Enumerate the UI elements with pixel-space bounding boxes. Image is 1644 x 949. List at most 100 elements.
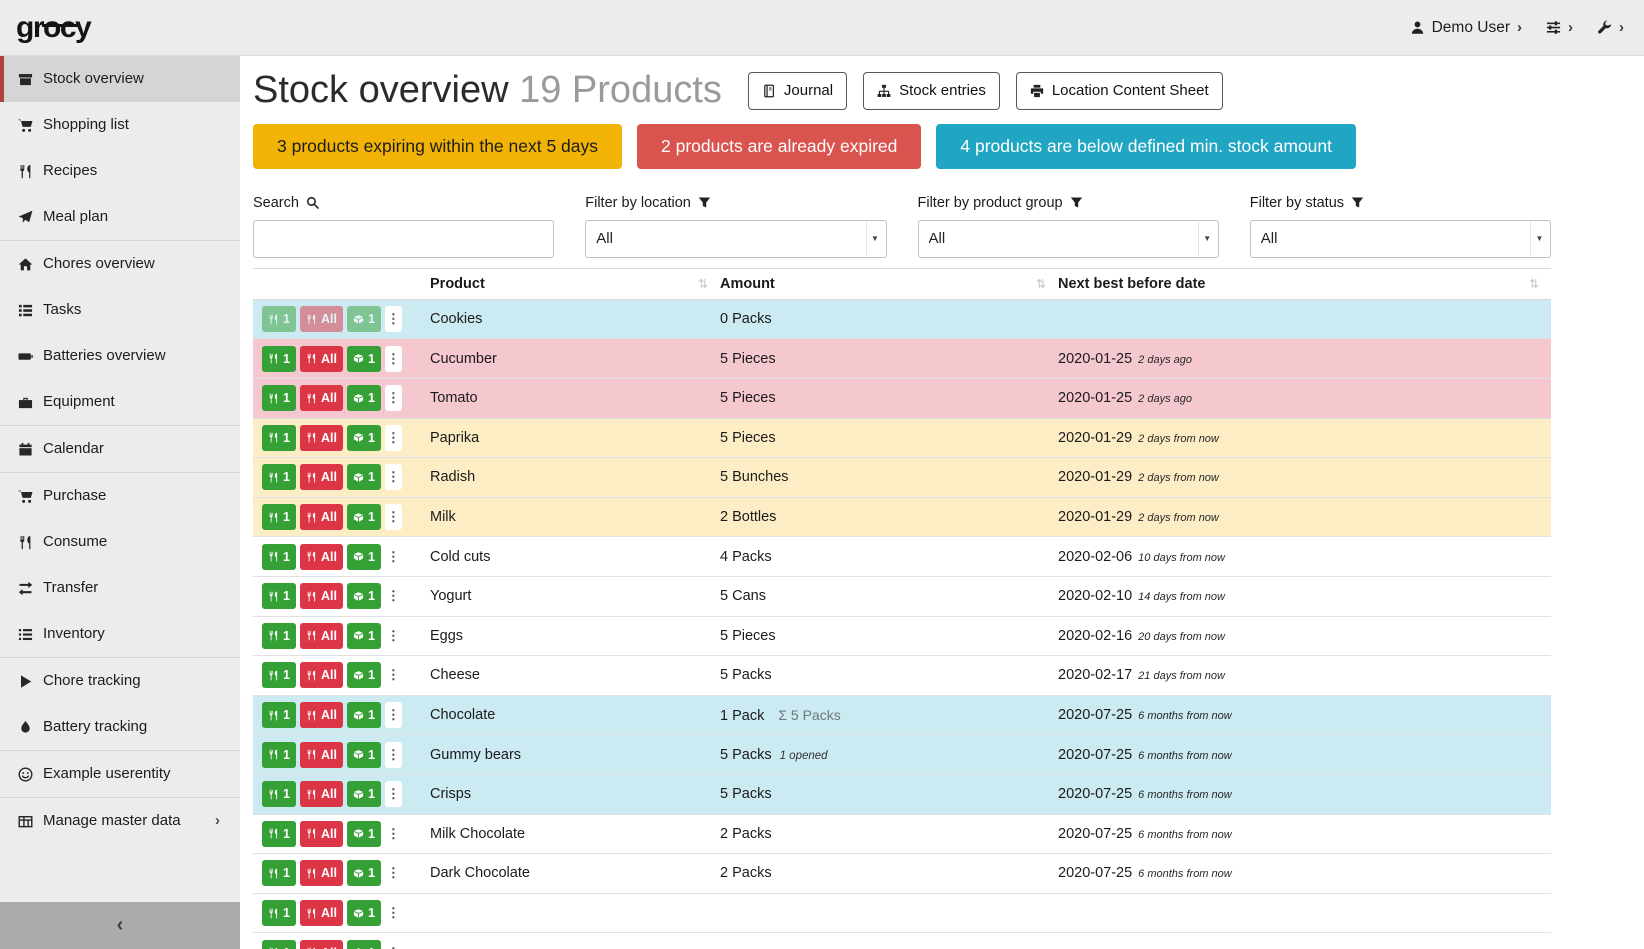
consume-one-button[interactable]: 1 [262, 583, 296, 609]
table-row[interactable]: 1 All 1 ⋮ [253, 933, 1551, 949]
banner-expired[interactable]: 2 products are already expired [637, 124, 921, 169]
table-row[interactable]: 1 All 1 ⋮ Gummy bears 5 Packs1 opened 20… [253, 735, 1551, 775]
sidebar-item-transfer[interactable]: Transfer [0, 565, 240, 611]
admin-menu[interactable]: › [1597, 19, 1624, 36]
open-one-button[interactable]: 1 [347, 464, 381, 490]
sidebar-item-calendar[interactable]: Calendar [0, 426, 240, 472]
open-one-button[interactable]: 1 [347, 623, 381, 649]
row-menu-button[interactable]: ⋮ [385, 940, 402, 949]
row-menu-button[interactable]: ⋮ [385, 821, 402, 847]
consume-one-button[interactable]: 1 [262, 346, 296, 372]
column-product[interactable]: Product ⇅ [430, 269, 720, 299]
table-row[interactable]: 1 All 1 ⋮ Milk 2 Bottles 2020-01-292 day… [253, 498, 1551, 538]
open-one-button[interactable]: 1 [347, 900, 381, 926]
banner-below-min-stock[interactable]: 4 products are below defined min. stock … [936, 124, 1356, 169]
consume-one-button[interactable]: 1 [262, 504, 296, 530]
consume-all-button[interactable]: All [300, 623, 343, 649]
open-one-button[interactable]: 1 [347, 346, 381, 372]
user-menu[interactable]: Demo User › [1410, 19, 1522, 37]
open-one-button[interactable]: 1 [347, 662, 381, 688]
search-input[interactable] [253, 220, 554, 258]
table-row[interactable]: 1 All 1 ⋮ Cookies 0 Packs [253, 300, 1551, 340]
consume-one-button[interactable]: 1 [262, 544, 296, 570]
table-row[interactable]: 1 All 1 ⋮ Cheese 5 Packs 2020-02-1721 da… [253, 656, 1551, 696]
sidebar-item-meal-plan[interactable]: Meal plan [0, 194, 240, 240]
row-menu-button[interactable]: ⋮ [385, 504, 402, 530]
consume-all-button[interactable]: All [300, 662, 343, 688]
consume-all-button[interactable]: All [300, 860, 343, 886]
sidebar-item-shopping-list[interactable]: Shopping list [0, 102, 240, 148]
table-row[interactable]: 1 All 1 ⋮ Paprika 5 Pieces 2020-01-292 d… [253, 419, 1551, 459]
open-one-button[interactable]: 1 [347, 425, 381, 451]
sidebar-item-chore-tracking[interactable]: Chore tracking [0, 658, 240, 704]
row-menu-button[interactable]: ⋮ [385, 583, 402, 609]
sidebar-item-manage-master-data[interactable]: Manage master data› [0, 798, 240, 844]
consume-one-button[interactable]: 1 [262, 821, 296, 847]
open-one-button[interactable]: 1 [347, 583, 381, 609]
row-menu-button[interactable]: ⋮ [385, 306, 402, 332]
table-row[interactable]: 1 All 1 ⋮ Radish 5 Bunches 2020-01-292 d… [253, 458, 1551, 498]
consume-all-button[interactable]: All [300, 702, 343, 728]
table-row[interactable]: 1 All 1 ⋮ Cucumber 5 Pieces 2020-01-252 … [253, 339, 1551, 379]
consume-one-button[interactable]: 1 [262, 306, 296, 332]
consume-one-button[interactable]: 1 [262, 781, 296, 807]
consume-one-button[interactable]: 1 [262, 623, 296, 649]
consume-one-button[interactable]: 1 [262, 742, 296, 768]
row-menu-button[interactable]: ⋮ [385, 346, 402, 372]
consume-all-button[interactable]: All [300, 742, 343, 768]
row-menu-button[interactable]: ⋮ [385, 425, 402, 451]
consume-all-button[interactable]: All [300, 821, 343, 847]
row-menu-button[interactable]: ⋮ [385, 742, 402, 768]
consume-all-button[interactable]: All [300, 504, 343, 530]
consume-all-button[interactable]: All [300, 385, 343, 411]
consume-one-button[interactable]: 1 [262, 464, 296, 490]
product-group-filter-select[interactable]: All [918, 220, 1219, 258]
table-row[interactable]: 1 All 1 ⋮ Dark Chocolate 2 Packs 2020-07… [253, 854, 1551, 894]
location-filter-select[interactable]: All [585, 220, 886, 258]
sidebar-item-equipment[interactable]: Equipment [0, 379, 240, 425]
consume-all-button[interactable]: All [300, 544, 343, 570]
journal-button[interactable]: Journal [748, 72, 847, 110]
row-menu-button[interactable]: ⋮ [385, 464, 402, 490]
column-next-best-before-date[interactable]: Next best before date ⇅ [1058, 269, 1551, 299]
sidebar-item-purchase[interactable]: Purchase [0, 473, 240, 519]
sidebar-item-inventory[interactable]: Inventory [0, 611, 240, 657]
open-one-button[interactable]: 1 [347, 821, 381, 847]
table-row[interactable]: 1 All 1 ⋮ Chocolate 1 PackΣ 5 Packs 2020… [253, 696, 1551, 736]
row-menu-button[interactable]: ⋮ [385, 623, 402, 649]
consume-one-button[interactable]: 1 [262, 425, 296, 451]
consume-one-button[interactable]: 1 [262, 940, 296, 949]
consume-one-button[interactable]: 1 [262, 662, 296, 688]
consume-all-button[interactable]: All [300, 464, 343, 490]
banner-expiring[interactable]: 3 products expiring within the next 5 da… [253, 124, 622, 169]
table-row[interactable]: 1 All 1 ⋮ Milk Chocolate 2 Packs 2020-07… [253, 815, 1551, 855]
table-row[interactable]: 1 All 1 ⋮ [253, 894, 1551, 934]
settings-menu[interactable]: › [1546, 19, 1573, 36]
sidebar-item-stock-overview[interactable]: Stock overview [0, 56, 240, 102]
row-menu-button[interactable]: ⋮ [385, 860, 402, 886]
table-row[interactable]: 1 All 1 ⋮ Tomato 5 Pieces 2020-01-252 da… [253, 379, 1551, 419]
consume-all-button[interactable]: All [300, 346, 343, 372]
consume-all-button[interactable]: All [300, 583, 343, 609]
table-row[interactable]: 1 All 1 ⋮ Crisps 5 Packs 2020-07-256 mon… [253, 775, 1551, 815]
consume-one-button[interactable]: 1 [262, 702, 296, 728]
consume-one-button[interactable]: 1 [262, 900, 296, 926]
consume-all-button[interactable]: All [300, 781, 343, 807]
sidebar-item-example-userentity[interactable]: Example userentity [0, 751, 240, 797]
sidebar-item-consume[interactable]: Consume [0, 519, 240, 565]
row-menu-button[interactable]: ⋮ [385, 900, 402, 926]
column-amount[interactable]: Amount ⇅ [720, 269, 1058, 299]
row-menu-button[interactable]: ⋮ [385, 702, 402, 728]
stock-entries-button[interactable]: Stock entries [863, 72, 1000, 110]
consume-all-button[interactable]: All [300, 940, 343, 949]
app-logo[interactable]: grocy [16, 11, 90, 45]
open-one-button[interactable]: 1 [347, 544, 381, 570]
row-menu-button[interactable]: ⋮ [385, 662, 402, 688]
open-one-button[interactable]: 1 [347, 504, 381, 530]
open-one-button[interactable]: 1 [347, 940, 381, 949]
sidebar-item-battery-tracking[interactable]: Battery tracking [0, 704, 240, 750]
open-one-button[interactable]: 1 [347, 742, 381, 768]
open-one-button[interactable]: 1 [347, 385, 381, 411]
consume-all-button[interactable]: All [300, 306, 343, 332]
sidebar-item-chores-overview[interactable]: Chores overview [0, 241, 240, 287]
